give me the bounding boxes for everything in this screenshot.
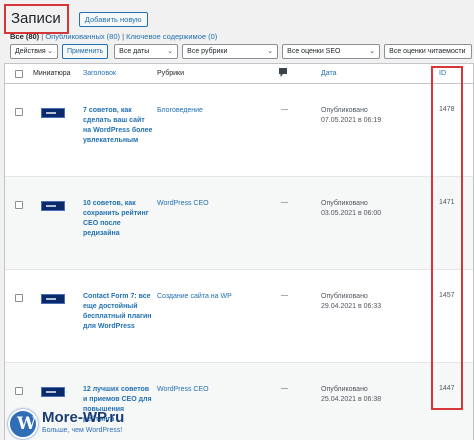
site-logo: W More-WP.ru Больше, чем WordPress! xyxy=(2,404,152,440)
post-status: Опубликовано xyxy=(321,200,368,207)
post-title-link[interactable]: 7 советов, как сделать ваш сайт на WordP… xyxy=(83,106,153,146)
post-thumbnail xyxy=(41,387,65,397)
post-thumbnail xyxy=(41,108,65,118)
table-row: Contact Form 7: все еще достойный беспла… xyxy=(5,270,473,363)
row-checkbox[interactable] xyxy=(15,387,23,395)
post-status: Опубликовано xyxy=(321,293,368,300)
select-all-checkbox[interactable] xyxy=(15,70,23,78)
post-category-link[interactable]: WordPress СЕО xyxy=(157,199,209,209)
table-row: 10 советов, как сохранить рейтинг СЕО по… xyxy=(5,177,473,270)
row-checkbox[interactable] xyxy=(15,108,23,116)
post-datetime: 03.05.2021 в 06:00 xyxy=(321,210,382,217)
chevron-down-icon: ⌄ xyxy=(47,48,53,55)
page-title: Записи xyxy=(4,4,69,34)
chevron-down-icon: ⌄ xyxy=(267,48,274,55)
post-category-link[interactable]: Создание сайта на WP xyxy=(157,292,232,302)
post-title-link[interactable]: Contact Form 7: все еще достойный беспла… xyxy=(83,292,153,332)
id-column-highlight xyxy=(431,66,463,410)
category-filter-label: Все рубрики xyxy=(187,48,228,55)
post-comments: — xyxy=(281,199,288,206)
category-filter-select[interactable]: Все рубрики ⌄ xyxy=(182,44,279,59)
row-checkbox[interactable] xyxy=(15,201,23,209)
table-row: 7 советов, как сделать ваш сайт на WordP… xyxy=(5,84,473,177)
seo-filter-select[interactable]: Все оценки SEO ⌄ xyxy=(282,44,381,59)
post-comments: — xyxy=(281,292,288,299)
post-status: Опубликовано xyxy=(321,386,368,393)
add-new-button[interactable]: Добавить новую xyxy=(78,11,148,27)
post-thumbnail xyxy=(41,201,65,211)
tablenav-filters: Действия ⌄ Применить Все даты ⌄ Все рубр… xyxy=(10,44,473,59)
post-date: Опубликовано 25.04.2021 в 06:38 xyxy=(321,385,381,405)
title-row: Записи Добавить новую xyxy=(4,4,148,34)
post-date: Опубликовано 29.04.2021 в 06:33 xyxy=(321,292,381,312)
post-datetime: 29.04.2021 в 06:33 xyxy=(321,303,382,310)
readability-filter-select[interactable]: Все оценки читаемости xyxy=(384,44,473,59)
post-comments: — xyxy=(281,385,288,392)
post-title-link[interactable]: 10 советов, как сохранить рейтинг СЕО по… xyxy=(83,199,153,239)
column-title[interactable]: Заголовок xyxy=(83,70,116,77)
bulk-actions-label: Действия xyxy=(15,48,46,55)
post-category-link[interactable]: WordPress СЕО xyxy=(157,385,209,395)
row-checkbox[interactable] xyxy=(15,294,23,302)
status-link-published[interactable]: Опубликованных (80) xyxy=(45,32,120,41)
post-datetime: 25.04.2021 в 06:38 xyxy=(321,396,382,403)
column-thumbnail: Миниатюра xyxy=(33,70,71,77)
post-datetime: 07.05.2021 в 06:19 xyxy=(321,117,382,124)
table-header: Миниатюра Заголовок Рубрики Дата ID xyxy=(5,64,473,84)
post-category-link[interactable]: Блоговедение xyxy=(157,106,203,116)
wordpress-logo-icon: W xyxy=(8,409,38,439)
status-link-cornerstone[interactable]: Ключевое содержимое (0) xyxy=(126,32,217,41)
status-link-all[interactable]: Все (80) xyxy=(10,32,39,41)
logo-tagline: Больше, чем WordPress! xyxy=(42,427,123,434)
bulk-actions-select[interactable]: Действия ⌄ xyxy=(10,44,58,59)
column-categories: Рубрики xyxy=(157,70,185,77)
date-filter-label: Все даты xyxy=(119,48,150,55)
posts-table: Миниатюра Заголовок Рубрики Дата ID 7 со… xyxy=(4,63,474,440)
logo-name: More-WP.ru xyxy=(42,409,125,426)
post-date: Опубликовано 03.05.2021 в 06:00 xyxy=(321,199,381,219)
post-thumbnail xyxy=(41,294,65,304)
comment-bubble-icon[interactable] xyxy=(279,68,287,79)
post-date: Опубликовано 07.05.2021 в 06:19 xyxy=(321,106,381,126)
status-filter-links: Все (80) | Опубликованных (80) | Ключево… xyxy=(10,32,217,41)
date-filter-select[interactable]: Все даты ⌄ xyxy=(114,44,179,59)
column-date[interactable]: Дата xyxy=(321,70,337,77)
apply-button[interactable]: Применить xyxy=(62,44,109,59)
chevron-down-icon: ⌄ xyxy=(167,48,174,55)
readability-filter-label: Все оценки читаемости xyxy=(389,48,466,55)
post-comments: — xyxy=(281,106,288,113)
post-status: Опубликовано xyxy=(321,107,368,114)
chevron-down-icon: ⌄ xyxy=(369,48,376,55)
seo-filter-label: Все оценки SEO xyxy=(287,48,341,55)
